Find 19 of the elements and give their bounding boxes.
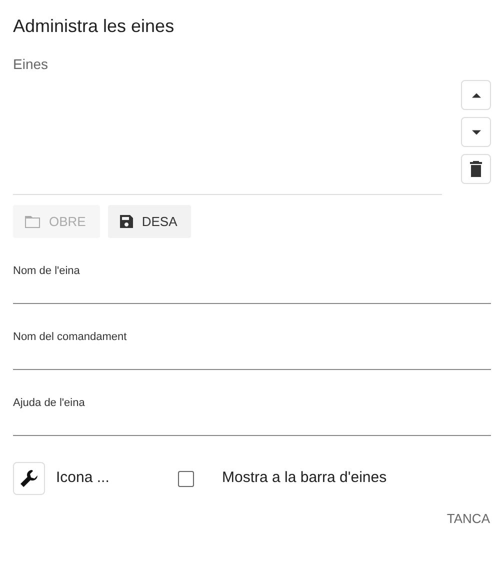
folder-icon [25, 216, 40, 228]
checkbox-label: Mostra a la barra d'eines [222, 468, 387, 488]
icon-picker-button[interactable] [13, 462, 45, 495]
move-down-button[interactable] [461, 117, 491, 147]
move-up-button[interactable] [461, 80, 491, 110]
dialog-title: Administra les eines [13, 15, 176, 38]
close-button[interactable]: TANCA [446, 509, 490, 528]
checkbox[interactable] [178, 470, 194, 486]
move-down-icon [472, 130, 480, 134]
delete-button[interactable] [461, 154, 491, 184]
trash-icon [470, 161, 482, 177]
move-up-icon [472, 92, 480, 98]
field-label: Nom del comandament [13, 330, 128, 344]
field-label: Ajuda de l'eina [13, 396, 86, 410]
wrench-icon [20, 470, 38, 488]
save-button[interactable]: DESA [108, 205, 192, 238]
icon-label: Icona ... [56, 468, 110, 488]
field-label: Nom de l'eina [13, 264, 81, 278]
list-label: Eines [13, 56, 50, 72]
